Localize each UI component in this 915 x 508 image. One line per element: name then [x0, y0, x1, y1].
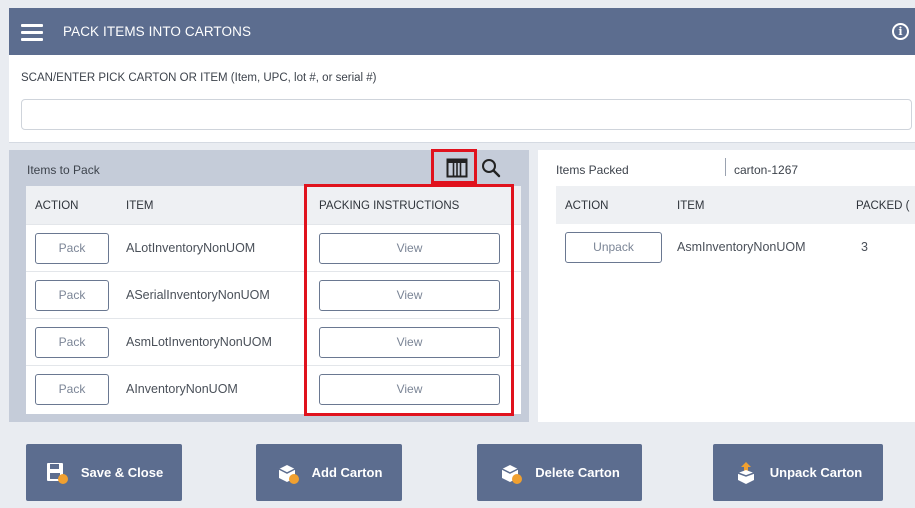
- divider: [725, 158, 726, 176]
- pack-button[interactable]: Pack: [35, 280, 109, 311]
- menu-icon[interactable]: [21, 23, 43, 41]
- columns-icon[interactable]: [446, 158, 468, 178]
- add-carton-button[interactable]: Add Carton: [256, 444, 402, 501]
- footer-toolbar: Save & Close Add Carton Delete Carton Un…: [9, 428, 915, 508]
- pack-button[interactable]: Pack: [35, 374, 109, 405]
- view-instructions-button[interactable]: View: [319, 280, 500, 311]
- column-header-item: ITEM: [677, 200, 705, 212]
- pack-button[interactable]: Pack: [35, 233, 109, 264]
- item-name: ALotInventoryNonUOM: [126, 241, 256, 255]
- scan-section: SCAN/ENTER PICK CARTON OR ITEM (Item, UP…: [9, 55, 915, 143]
- column-header-item: ITEM: [126, 200, 154, 212]
- items-packed-panel: Items Packed carton-1267 ACTION ITEM PAC…: [538, 150, 915, 422]
- add-carton-icon: [278, 464, 299, 484]
- add-carton-label: Add Carton: [311, 465, 383, 480]
- packed-quantity: 3: [861, 240, 868, 254]
- delete-carton-button[interactable]: Delete Carton: [477, 444, 642, 501]
- items-to-pack-table: ACTION ITEM PACKING INSTRUCTIONS Pack AL…: [26, 186, 521, 414]
- table-header: ACTION ITEM PACKING INSTRUCTIONS: [26, 186, 521, 224]
- table-row: Pack ALotInventoryNonUOM View: [26, 224, 521, 271]
- item-name: AsmLotInventoryNonUOM: [126, 335, 272, 349]
- column-header-action: ACTION: [35, 200, 79, 212]
- search-icon[interactable]: [481, 158, 501, 178]
- unpack-carton-button[interactable]: Unpack Carton: [713, 444, 883, 501]
- column-header-action: ACTION: [565, 200, 609, 212]
- save-close-label: Save & Close: [80, 465, 164, 480]
- save-icon: [46, 462, 68, 484]
- item-name: AInventoryNonUOM: [126, 382, 238, 396]
- table-row: Unpack AsmInventoryNonUOM 3: [556, 224, 915, 271]
- save-close-button[interactable]: Save & Close: [26, 444, 182, 501]
- column-header-packing-instructions: PACKING INSTRUCTIONS: [319, 200, 460, 212]
- info-icon[interactable]: i: [892, 23, 909, 40]
- scan-input[interactable]: [21, 99, 912, 130]
- unpack-carton-icon: [737, 461, 755, 484]
- item-name: AsmInventoryNonUOM: [677, 240, 806, 254]
- scan-label: SCAN/ENTER PICK CARTON OR ITEM (Item, UP…: [21, 72, 377, 84]
- delete-carton-icon: [501, 464, 523, 484]
- table-header: ACTION ITEM PACKED (: [556, 186, 915, 224]
- pack-button[interactable]: Pack: [35, 327, 109, 358]
- unpack-carton-label: Unpack Carton: [769, 465, 863, 480]
- unpack-button[interactable]: Unpack: [565, 232, 662, 263]
- table-row: Pack AInventoryNonUOM View: [26, 365, 521, 412]
- items-to-pack-title: Items to Pack: [27, 163, 100, 177]
- items-packed-title: Items Packed: [556, 163, 629, 177]
- page-title: PACK ITEMS INTO CARTONS: [63, 24, 252, 39]
- view-instructions-button[interactable]: View: [319, 327, 500, 358]
- app-header: PACK ITEMS INTO CARTONS i: [9, 8, 915, 55]
- view-instructions-button[interactable]: View: [319, 233, 500, 264]
- view-instructions-button[interactable]: View: [319, 374, 500, 405]
- table-row: Pack AsmLotInventoryNonUOM View: [26, 318, 521, 365]
- delete-carton-label: Delete Carton: [535, 465, 620, 480]
- table-row: Pack ASerialInventoryNonUOM View: [26, 271, 521, 318]
- column-header-packed: PACKED (: [856, 200, 910, 212]
- carton-id: carton-1267: [734, 163, 799, 177]
- items-to-pack-panel: Items to Pack ACTION ITEM PACKING INSTRU…: [9, 150, 529, 422]
- item-name: ASerialInventoryNonUOM: [126, 288, 270, 302]
